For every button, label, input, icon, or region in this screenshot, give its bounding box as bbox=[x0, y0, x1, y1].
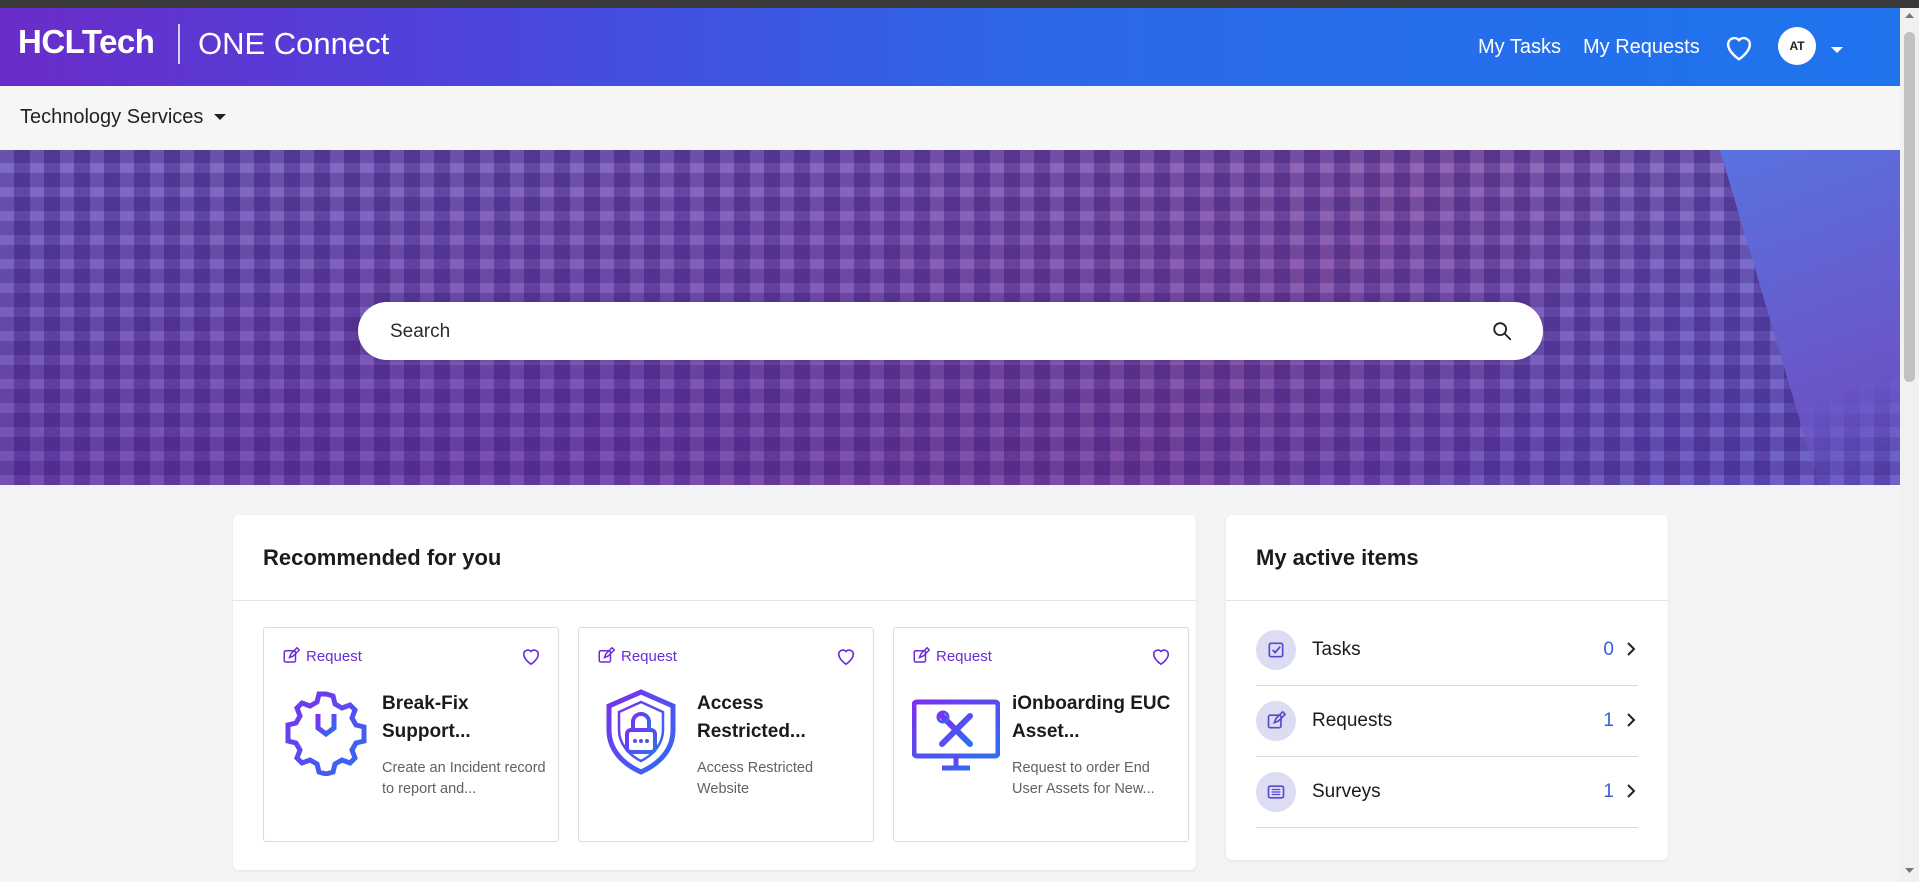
badge-label: Request bbox=[306, 647, 362, 665]
edit-icon bbox=[1256, 701, 1296, 741]
tile-description: Request to order End User Assets for New… bbox=[1012, 760, 1155, 797]
chevron-right-icon bbox=[1627, 642, 1636, 656]
recommended-tile[interactable]: Request Break-Fix Support... Create an I… bbox=[263, 627, 559, 842]
caret-down-icon bbox=[214, 114, 227, 120]
scroll-up-arrow-icon[interactable] bbox=[1905, 12, 1914, 18]
shield-lock-icon bbox=[606, 689, 676, 775]
active-items-panel: My active items Tasks 0 Requests 1 Surve… bbox=[1226, 515, 1668, 860]
gear-wrench-icon bbox=[285, 691, 367, 776]
product-name[interactable]: ONE Connect bbox=[198, 26, 389, 62]
active-item-requests[interactable]: Requests 1 bbox=[1256, 686, 1638, 757]
menu-label: Technology Services bbox=[20, 106, 204, 128]
chevron-down-icon[interactable] bbox=[1830, 42, 1844, 60]
hero-banner bbox=[0, 150, 1900, 485]
favorite-heart-icon[interactable] bbox=[1150, 646, 1172, 671]
tile-title: Break-Fix Support... bbox=[382, 693, 471, 742]
request-badge: Request bbox=[912, 647, 992, 665]
technology-services-menu[interactable]: Technology Services bbox=[20, 106, 227, 129]
chevron-right-icon bbox=[1627, 784, 1636, 798]
favorite-heart-icon[interactable] bbox=[835, 646, 857, 671]
tile-title: Access Restricted... bbox=[697, 693, 806, 742]
brand-logo[interactable]: HCLTech bbox=[18, 23, 155, 61]
tile-description: Create an Incident record to report and.… bbox=[382, 760, 546, 797]
scroll-down-arrow-icon[interactable] bbox=[1905, 868, 1914, 874]
search-icon[interactable] bbox=[1491, 320, 1513, 347]
checkbox-icon bbox=[1256, 630, 1296, 670]
active-item-count: 0 bbox=[1603, 639, 1614, 660]
request-badge: Request bbox=[282, 647, 362, 665]
nav-my-tasks[interactable]: My Tasks bbox=[1478, 36, 1561, 59]
browser-top-strip bbox=[0, 0, 1919, 8]
active-item-label: Surveys bbox=[1312, 781, 1381, 802]
favorites-heart-icon[interactable] bbox=[1722, 32, 1756, 67]
recommended-tile[interactable]: Request Access Restricted... Access Rest… bbox=[578, 627, 874, 842]
panel-divider bbox=[233, 600, 1196, 601]
favorite-heart-icon[interactable] bbox=[520, 646, 542, 671]
active-item-tasks[interactable]: Tasks 0 bbox=[1256, 615, 1638, 686]
badge-label: Request bbox=[621, 647, 677, 665]
logo-divider bbox=[178, 24, 180, 64]
nav-my-requests[interactable]: My Requests bbox=[1583, 36, 1700, 59]
search-bar[interactable] bbox=[358, 302, 1543, 360]
tile-description: Access Restricted Website bbox=[697, 760, 814, 797]
active-item-surveys[interactable]: Surveys 1 bbox=[1256, 757, 1638, 828]
user-avatar[interactable]: AT bbox=[1778, 27, 1816, 65]
badge-label: Request bbox=[936, 647, 992, 665]
search-input[interactable] bbox=[388, 318, 1472, 346]
list-icon bbox=[1256, 772, 1296, 812]
page-scrollbar[interactable] bbox=[1900, 8, 1919, 882]
active-item-label: Tasks bbox=[1312, 639, 1361, 660]
recommended-title: Recommended for you bbox=[263, 545, 502, 570]
recommended-tile[interactable]: Request iOnboarding EUC Asset... Request… bbox=[893, 627, 1189, 842]
site-header: HCLTech ONE Connect My Tasks My Requests… bbox=[0, 8, 1900, 86]
panel-divider bbox=[1226, 600, 1668, 601]
active-item-count: 1 bbox=[1603, 710, 1614, 731]
request-badge: Request bbox=[597, 647, 677, 665]
active-item-count: 1 bbox=[1603, 781, 1614, 802]
scrollbar-thumb[interactable] bbox=[1904, 32, 1915, 382]
sub-navigation: Technology Services bbox=[0, 86, 1900, 150]
edit-icon bbox=[913, 647, 930, 663]
recommended-panel: Recommended for you Request Break-Fix Su… bbox=[233, 515, 1196, 870]
active-items-title: My active items bbox=[1256, 545, 1419, 570]
active-item-label: Requests bbox=[1312, 710, 1393, 731]
tile-title: iOnboarding EUC Asset... bbox=[1012, 693, 1171, 742]
hero-sky bbox=[1720, 150, 1900, 485]
chevron-right-icon bbox=[1627, 713, 1636, 727]
monitor-tools-icon bbox=[912, 699, 1000, 771]
edit-icon bbox=[598, 647, 615, 663]
edit-icon bbox=[283, 647, 300, 663]
